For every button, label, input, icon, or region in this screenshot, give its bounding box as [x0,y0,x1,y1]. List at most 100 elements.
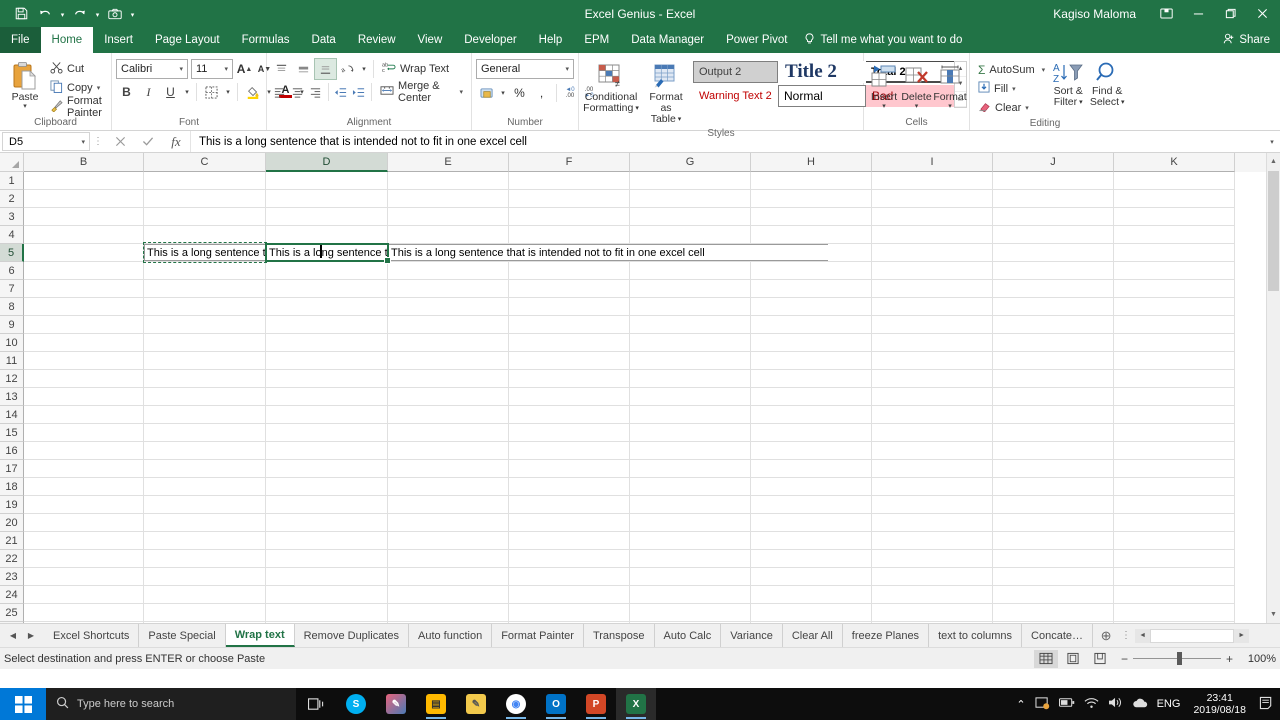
cell-D11[interactable] [266,352,388,370]
cell-C6[interactable] [144,262,266,280]
cell-I17[interactable] [872,460,993,478]
row-header-20[interactable]: 20 [0,514,24,532]
task-view-button[interactable] [296,688,336,720]
font-size-dropdown-icon[interactable]: ▾ [222,65,230,73]
cell-G4[interactable] [630,226,751,244]
cell-B18[interactable] [24,478,144,496]
cell-D25[interactable] [266,604,388,622]
ribbon-tab-page-layout[interactable]: Page Layout [144,27,231,53]
cell-I25[interactable] [872,604,993,622]
ribbon-tab-home[interactable]: Home [40,27,94,53]
row-header-7[interactable]: 7 [0,280,24,298]
cell-E4[interactable] [388,226,509,244]
ribbon-tab-review[interactable]: Review [347,27,407,53]
cell-K18[interactable] [1114,478,1235,496]
cell-I26[interactable] [872,622,993,623]
cell-I12[interactable] [872,370,993,388]
cell-J18[interactable] [993,478,1114,496]
cell-D4[interactable] [266,226,388,244]
cell-J8[interactable] [993,298,1114,316]
cell-F10[interactable] [509,334,630,352]
format-painter-button[interactable]: Format Painter [46,95,107,119]
grid-cells[interactable]: This is a long sentence that is intended… [24,172,1280,623]
cell-H9[interactable] [751,316,872,334]
style-title-2[interactable]: Title 2 [778,61,866,83]
row-header-24[interactable]: 24 [0,586,24,604]
sheet-tab-paste-special[interactable]: Paste Special [139,624,226,647]
format-as-table-dropdown-icon[interactable]: ▾ [678,114,682,125]
cell-B3[interactable] [24,208,144,226]
cell-G17[interactable] [630,460,751,478]
cell-G2[interactable] [630,190,751,208]
cell-J13[interactable] [993,388,1114,406]
cell-I18[interactable] [872,478,993,496]
cell-G24[interactable] [630,586,751,604]
find-select-button[interactable]: Find & Select ▾ [1087,58,1127,110]
cell-K23[interactable] [1114,568,1235,586]
sheet-nav-prev-icon[interactable]: ◀ [4,626,22,646]
cell-K11[interactable] [1114,352,1235,370]
cell-G16[interactable] [630,442,751,460]
clear-button[interactable]: Clear ▾ [974,98,1049,117]
cell-B2[interactable] [24,190,144,208]
cell-J15[interactable] [993,424,1114,442]
cell-J19[interactable] [993,496,1114,514]
cell-I24[interactable] [872,586,993,604]
cell-G10[interactable] [630,334,751,352]
cell-H10[interactable] [751,334,872,352]
cell-I22[interactable] [872,550,993,568]
merge-center-button[interactable]: Merge & Center ▾ [376,80,467,104]
taskbar-app-powerpoint[interactable]: P [576,688,616,720]
cell-H13[interactable] [751,388,872,406]
save-icon[interactable] [10,4,32,24]
row-header-1[interactable]: 1 [0,172,24,190]
borders-button[interactable] [201,82,222,102]
cell-B23[interactable] [24,568,144,586]
cell-D8[interactable] [266,298,388,316]
hscroll-track[interactable] [1150,628,1235,643]
cell-K5[interactable] [1114,244,1235,262]
cell-D7[interactable] [266,280,388,298]
ribbon-tab-insert[interactable]: Insert [93,27,144,53]
ribbon-tab-view[interactable]: View [407,27,454,53]
cell-C11[interactable] [144,352,266,370]
cell-E8[interactable] [388,298,509,316]
cell-J23[interactable] [993,568,1114,586]
row-header-15[interactable]: 15 [0,424,24,442]
taskbar-app-chrome[interactable]: ◉ [496,688,536,720]
cell-E13[interactable] [388,388,509,406]
cell-D3[interactable] [266,208,388,226]
number-format-combo[interactable]: General ▾ [476,59,574,79]
zoom-in-button[interactable]: + [1226,652,1233,666]
cell-G23[interactable] [630,568,751,586]
formula-bar-options-icon[interactable]: ⋮ [90,131,106,152]
taskbar-app-sticky-notes[interactable]: ✎ [456,688,496,720]
normal-view-button[interactable] [1033,649,1058,668]
cell-E21[interactable] [388,532,509,550]
underline-button[interactable]: U [160,82,181,102]
cell-G13[interactable] [630,388,751,406]
cell-I5[interactable] [872,244,993,262]
cell-C24[interactable] [144,586,266,604]
cell-C25[interactable] [144,604,266,622]
cell-B9[interactable] [24,316,144,334]
cell-F4[interactable] [509,226,630,244]
align-right-icon[interactable] [307,82,324,102]
cell-C18[interactable] [144,478,266,496]
underline-dropdown-icon[interactable]: ▾ [182,82,192,102]
find-select-dropdown-icon[interactable]: ▾ [1121,97,1125,108]
cell-J22[interactable] [993,550,1114,568]
cut-button[interactable]: Cut [46,59,107,78]
cell-K22[interactable] [1114,550,1235,568]
redo-dropdown-icon[interactable]: ▾ [93,4,102,24]
cell-F11[interactable] [509,352,630,370]
align-left-icon[interactable] [271,82,288,102]
row-header-8[interactable]: 8 [0,298,24,316]
cell-K19[interactable] [1114,496,1235,514]
merge-center-dropdown-icon[interactable]: ▾ [459,88,463,96]
cell-D18[interactable] [266,478,388,496]
cell-F23[interactable] [509,568,630,586]
column-header-K[interactable]: K [1114,153,1235,172]
scroll-up-icon[interactable]: ▲ [1267,153,1280,170]
cell-K2[interactable] [1114,190,1235,208]
